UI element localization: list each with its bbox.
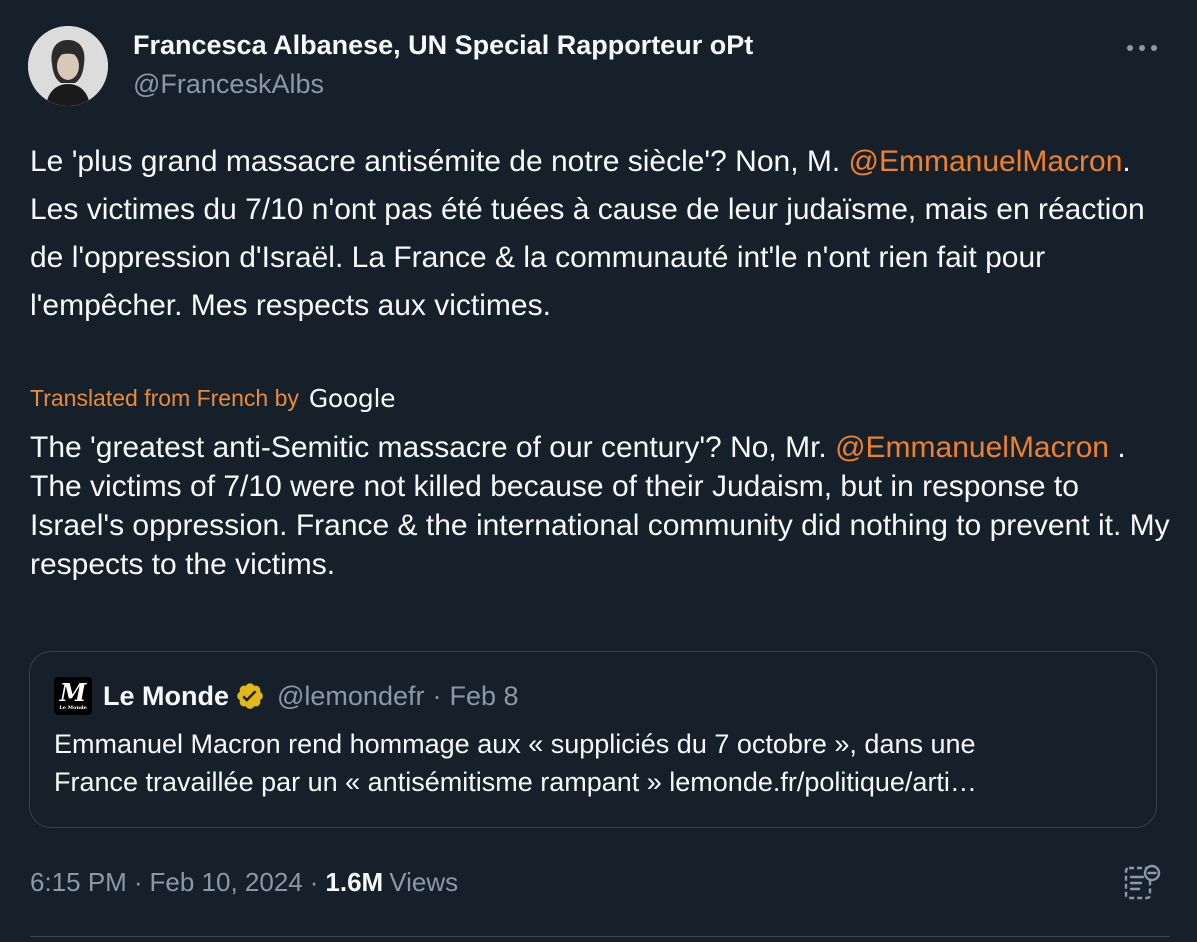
- author-display-name[interactable]: Francesca Albanese, UN Special Rapporteu…: [133, 30, 753, 61]
- verified-badge-icon: [235, 681, 265, 711]
- quoted-tweet-card[interactable]: M Le Monde Le Monde @lemondefr · Feb 8 E…: [29, 651, 1157, 828]
- avatar[interactable]: [28, 26, 108, 106]
- quoted-date[interactable]: Feb 8: [449, 681, 518, 712]
- tweet-text: Le 'plus grand massacre antisémite de no…: [30, 138, 1170, 330]
- mention-link[interactable]: @EmmanuelMacron: [849, 145, 1123, 178]
- bottom-divider: [30, 936, 1170, 937]
- footer-separator: ·: [133, 866, 143, 897]
- le-monde-logo-caption: Le Monde: [59, 705, 87, 711]
- avatar-photo: [28, 26, 108, 106]
- tweet-date[interactable]: Feb 10, 2024: [150, 867, 303, 898]
- translated-text: The 'greatest anti-Semitic massacre of o…: [30, 428, 1170, 584]
- quoted-tweet-text: Emmanuel Macron rend hommage aux « suppl…: [54, 725, 1134, 801]
- tweet-footer: 6:15 PM · Feb 10, 2024 · 1.6M Views: [30, 862, 458, 902]
- views-label: Views: [389, 866, 459, 897]
- translated-text-part1: The 'greatest anti-Semitic massacre of o…: [30, 431, 836, 464]
- analytics-icon[interactable]: [1121, 862, 1163, 904]
- quoted-tweet-line2: France travaillée par un « antisémitisme…: [54, 767, 977, 797]
- quoted-author-name[interactable]: Le Monde: [103, 681, 229, 712]
- quoted-separator: ·: [432, 680, 442, 711]
- footer-separator-2: ·: [309, 866, 319, 897]
- quoted-tweet-line1: Emmanuel Macron rend hommage aux « suppl…: [54, 729, 976, 759]
- google-logo: Google: [308, 383, 396, 413]
- quoted-handle[interactable]: @lemondefr: [277, 681, 424, 712]
- author-handle[interactable]: @FranceskAlbs: [133, 69, 324, 100]
- translated-from-label[interactable]: Translated from French by: [30, 385, 299, 412]
- more-horizontal-icon[interactable]: [1124, 30, 1160, 66]
- le-monde-logo[interactable]: M Le Monde: [54, 677, 92, 715]
- tweet-time[interactable]: 6:15 PM: [30, 867, 127, 898]
- views-count: 1.6M: [325, 866, 384, 897]
- tweet-text-part1: Le 'plus grand massacre antisémite de no…: [30, 145, 849, 178]
- le-monde-logo-letter: M: [59, 678, 87, 707]
- translation-attribution: Translated from French by Google: [30, 380, 396, 416]
- translated-mention-link[interactable]: @EmmanuelMacron: [835, 431, 1109, 464]
- quoted-tweet-header: M Le Monde Le Monde @lemondefr · Feb 8: [54, 677, 519, 715]
